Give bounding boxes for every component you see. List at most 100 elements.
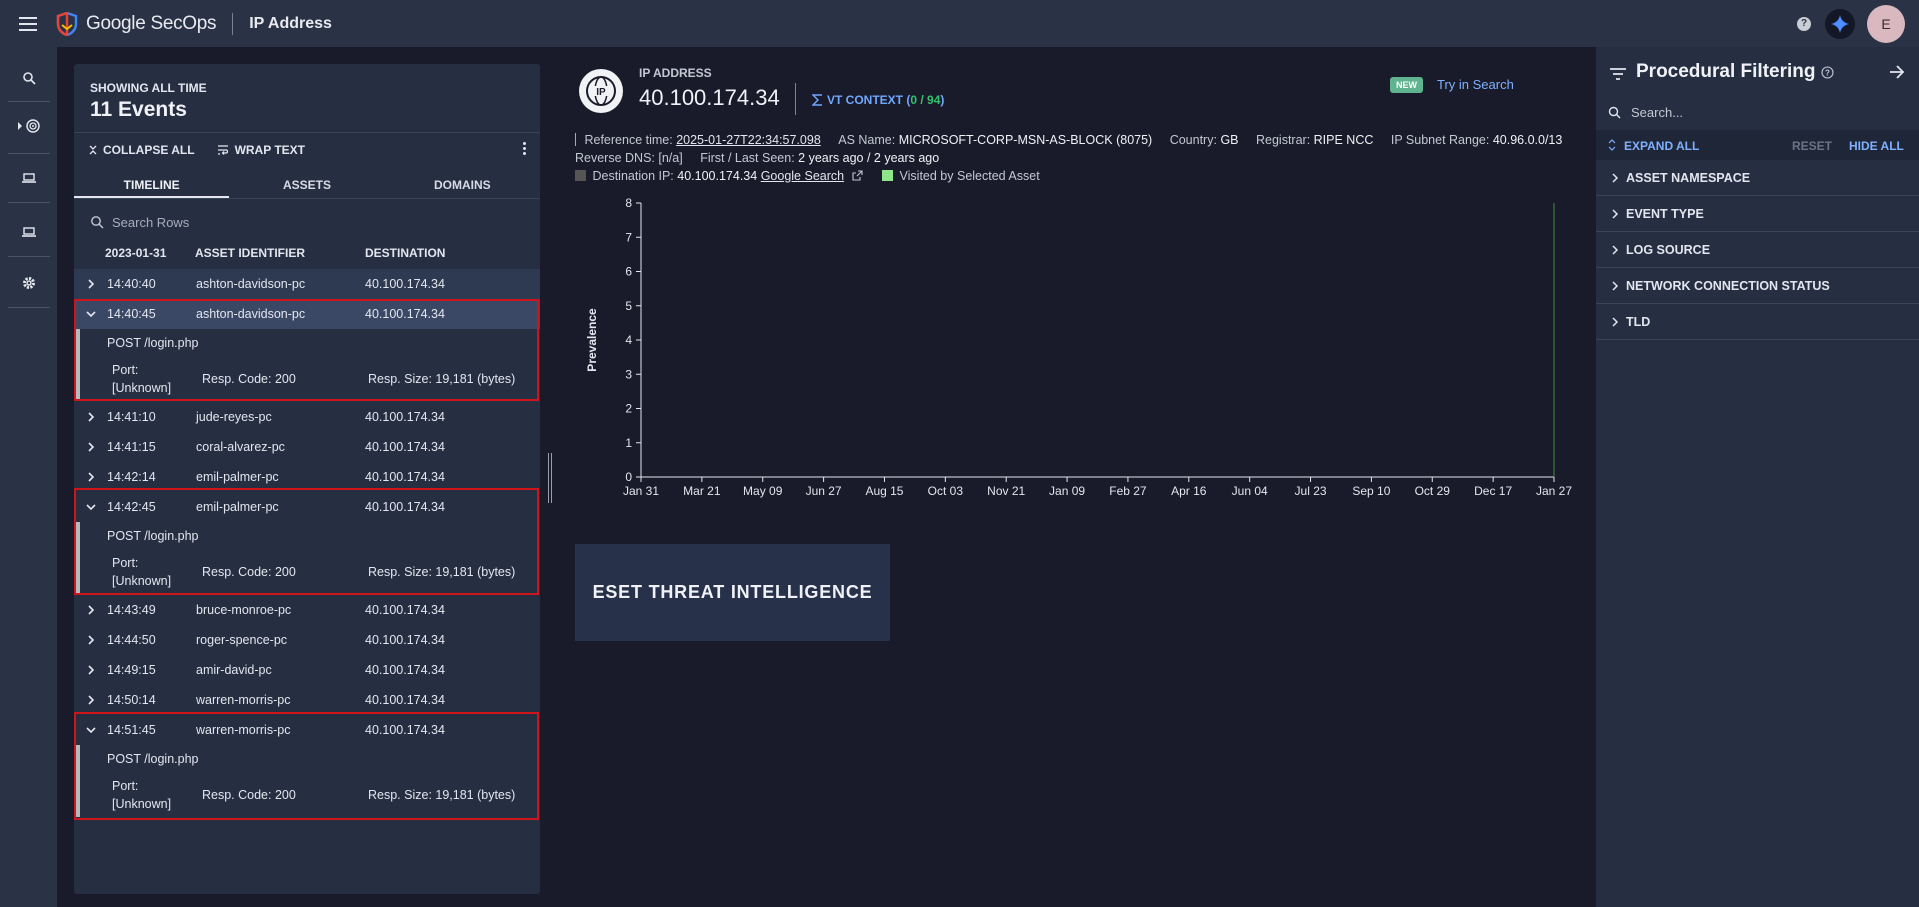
arrow-right-icon[interactable] [1889,65,1905,79]
table-row[interactable]: 14:40:40 ashton-davidson-pc 40.100.174.3… [74,269,540,299]
events-count: 11 Events [90,98,187,121]
expand-all-button[interactable]: EXPAND ALL [1624,139,1699,153]
column-headers: 2023-01-31 ASSET IDENTIFIER DESTINATION [74,241,540,265]
table-row[interactable]: 14:49:15 amir-david-pc 40.100.174.34 [74,655,540,685]
panel-resize-handle[interactable] [548,453,552,503]
eset-threat-intelligence-card[interactable]: ESET THREAT INTELLIGENCE [575,544,890,641]
tab-domains[interactable]: DOMAINS [385,172,540,198]
y-tick-label: 3 [625,367,632,381]
chevron-right-icon[interactable] [84,277,98,291]
table-row[interactable]: 14:51:45 warren-morris-pc 40.100.174.34 [74,715,540,745]
avatar[interactable]: E [1867,4,1905,43]
try-in-search-link[interactable]: Try in Search [1437,77,1514,92]
detection-radar-icon[interactable] [8,105,50,147]
chevron-right-icon [1612,317,1619,327]
laptop-icon[interactable] [8,211,50,253]
row-time: 14:50:14 [107,693,156,707]
gemini-sparkle-icon[interactable] [1825,8,1855,39]
reverse-dns-label: Reverse DNS: [575,151,655,165]
top-bar: Google SecOps IP Address ? E [0,0,1919,47]
y-tick-label: 2 [625,402,632,416]
search-icon [1608,106,1621,118]
laptop-icon[interactable] [8,157,50,199]
x-tick-label: Jun 04 [1232,484,1268,498]
chevron-right-icon[interactable] [84,663,98,677]
ref-time-value[interactable]: 2025-01-27T22:34:57.098 [676,133,821,147]
filter-actions-bar: EXPAND ALL RESET HIDE ALL [1596,130,1919,160]
google-search-link[interactable]: Google Search [761,169,844,183]
column-destination-header[interactable]: DESTINATION [365,246,445,260]
rail-divider [8,101,50,102]
x-tick-label: Sep 10 [1352,484,1390,498]
external-link-icon[interactable] [852,170,863,181]
table-row[interactable]: 14:42:45 emil-palmer-pc 40.100.174.34 [74,492,540,522]
row-asset: warren-morris-pc [196,723,291,737]
chevron-right-icon[interactable] [84,693,98,707]
filter-group-network-connection-status[interactable]: NETWORK CONNECTION STATUS [1596,268,1919,304]
row-asset: coral-alvarez-pc [196,440,285,454]
detail-port-value: [Unknown] [112,797,172,811]
country-value: GB [1220,133,1239,147]
y-axis-title: Prevalence [585,308,599,372]
menu-icon[interactable] [0,0,56,47]
chevron-down-icon[interactable] [84,307,98,321]
table-row[interactable]: 14:42:14 emil-palmer-pc 40.100.174.34 [74,462,540,492]
chevron-right-icon[interactable] [84,633,98,647]
new-badge: NEW [1390,77,1423,93]
wrap-text-button[interactable]: WRAP TEXT [217,143,305,157]
x-tick-label: Mar 21 [683,484,721,498]
table-row[interactable]: 14:41:15 coral-alvarez-pc 40.100.174.34 [74,432,540,462]
chevron-right-icon[interactable] [84,470,98,484]
table-row[interactable]: 14:43:49 bruce-monroe-pc 40.100.174.34 [74,595,540,625]
filter-group-event-type[interactable]: EVENT TYPE [1596,196,1919,232]
search-icon[interactable] [8,57,50,99]
x-tick-label: Aug 15 [865,484,903,498]
vt-context-label: VT CONTEXT ( [827,93,911,107]
table-row[interactable]: 14:44:50 roger-spence-pc 40.100.174.34 [74,625,540,655]
row-destination: 40.100.174.34 [365,410,445,424]
chevron-down-icon[interactable] [84,723,98,737]
search-rows-input[interactable] [112,214,412,230]
vt-context-link[interactable]: VT CONTEXT (0 / 94) [812,93,944,107]
table-row[interactable]: 14:50:14 warren-morris-pc 40.100.174.34 [74,685,540,715]
chevron-down-icon[interactable] [84,500,98,514]
filter-group-asset-namespace[interactable]: ASSET NAMESPACE [1596,160,1919,196]
chevron-right-icon [1612,245,1619,255]
x-tick-label: Oct 03 [928,484,964,498]
row-destination: 40.100.174.34 [365,693,445,707]
table-row[interactable]: 14:41:10 jude-reyes-pc 40.100.174.34 [74,402,540,432]
chevron-right-icon [1612,281,1619,291]
row-destination: 40.100.174.34 [365,633,445,647]
more-options-icon[interactable] [523,142,526,155]
ip-icon-label: IP [596,87,606,98]
page-title: IP Address [249,14,332,32]
filter-group-tld[interactable]: TLD [1596,304,1919,340]
tab-timeline[interactable]: TIMELINE [74,172,230,198]
app-logo[interactable]: Google SecOps [56,11,217,36]
hide-all-button[interactable]: HIDE ALL [1849,139,1904,153]
row-time: 14:49:15 [107,663,156,677]
row-asset: amir-david-pc [196,663,272,677]
column-asset-header[interactable]: ASSET IDENTIFIER [195,246,305,260]
chevron-right-icon[interactable] [84,410,98,424]
help-icon[interactable]: ? [1797,16,1811,31]
subnet-value: 40.96.0.0/13 [1492,133,1563,147]
chevron-right-icon[interactable] [84,603,98,617]
time-range-label: SHOWING ALL TIME [90,81,207,95]
row-detail: POST /login.php Port: [Unknown] Resp. Co… [74,522,540,594]
x-tick-label: Oct 29 [1415,484,1451,498]
ip-address-label: IP ADDRESS [639,66,712,80]
gear-icon[interactable] [8,262,50,304]
column-date-header[interactable]: 2023-01-31 [105,246,166,260]
filter-group-log-source[interactable]: LOG SOURCE [1596,232,1919,268]
reset-button[interactable]: RESET [1792,139,1832,153]
filter-search-input[interactable] [1631,104,1891,120]
collapse-all-button[interactable]: COLLAPSE ALL [89,143,195,157]
table-row[interactable]: 14:40:45 ashton-davidson-pc 40.100.174.3… [74,299,540,329]
chevron-right-icon[interactable] [84,440,98,454]
row-destination: 40.100.174.34 [365,277,445,291]
tab-assets[interactable]: ASSETS [229,172,384,198]
help-icon[interactable]: ? [1821,65,1835,79]
detail-bar [75,522,80,594]
logo-text: Google SecOps [86,12,217,34]
